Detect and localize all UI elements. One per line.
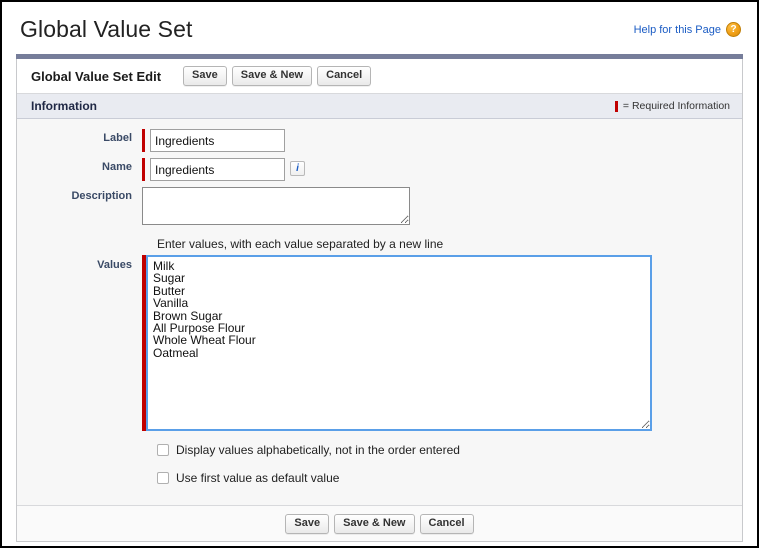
values-textarea[interactable]: [146, 255, 652, 431]
required-marker-icon: [615, 101, 618, 112]
values-field-label: Values: [17, 255, 142, 271]
field-row-name: Name i: [17, 158, 742, 181]
checkbox-row-default-value[interactable]: Use first value as default value: [157, 471, 742, 485]
description-field-control: [142, 187, 410, 225]
label-field-control: [142, 129, 285, 152]
field-row-label: Label: [17, 129, 742, 152]
app-window: Global Value Set Help for this Page ? Gl…: [0, 0, 759, 548]
label-field-label: Label: [17, 129, 142, 144]
edit-panel: Global Value Set Edit Save Save & New Ca…: [16, 59, 743, 542]
field-row-description: Description: [17, 187, 742, 225]
help-question-icon[interactable]: ?: [726, 22, 741, 37]
info-icon[interactable]: i: [290, 161, 305, 176]
save-and-new-button-bottom[interactable]: Save & New: [334, 514, 414, 534]
use-first-value-default-checkbox[interactable]: [157, 472, 169, 484]
page-header: Global Value Set Help for this Page ?: [2, 2, 757, 54]
panel-header-button-group: Save Save & New Cancel: [183, 66, 371, 86]
values-hint-text: Enter values, with each value separated …: [142, 237, 443, 251]
help-for-this-page[interactable]: Help for this Page ?: [634, 22, 741, 37]
help-link[interactable]: Help for this Page: [634, 24, 721, 36]
display-alphabetically-checkbox[interactable]: [157, 444, 169, 456]
display-alphabetically-label[interactable]: Display values alphabetically, not in th…: [176, 443, 460, 457]
label-input[interactable]: [150, 129, 285, 152]
form-body: Label Name i Description: [17, 119, 742, 505]
use-first-value-default-label[interactable]: Use first value as default value: [176, 471, 339, 485]
panel-footer: Save Save & New Cancel: [17, 505, 742, 541]
name-input[interactable]: [150, 158, 285, 181]
checkbox-row-alphabetical[interactable]: Display values alphabetically, not in th…: [157, 443, 742, 457]
cancel-button-top[interactable]: Cancel: [317, 66, 371, 86]
values-options-group: Display values alphabetically, not in th…: [17, 443, 742, 485]
values-field-control: [142, 255, 652, 431]
section-title: Information: [31, 99, 97, 113]
cancel-button-bottom[interactable]: Cancel: [420, 514, 474, 534]
save-button-top[interactable]: Save: [183, 66, 227, 86]
panel-title: Global Value Set Edit: [31, 69, 161, 84]
values-hint-row: Enter values, with each value separated …: [17, 237, 742, 251]
description-textarea[interactable]: [142, 187, 410, 225]
information-section-bar: Information = Required Information: [17, 94, 742, 119]
description-field-label: Description: [17, 187, 142, 202]
field-row-values: Values: [17, 255, 742, 431]
name-required-marker-icon: [142, 158, 145, 181]
save-and-new-button-top[interactable]: Save & New: [232, 66, 312, 86]
save-button-bottom[interactable]: Save: [285, 514, 329, 534]
name-field-control: i: [142, 158, 305, 181]
name-field-label: Name: [17, 158, 142, 173]
label-required-marker-icon: [142, 129, 145, 152]
panel-header: Global Value Set Edit Save Save & New Ca…: [17, 59, 742, 94]
page-title: Global Value Set: [20, 16, 193, 43]
required-information-legend: = Required Information: [615, 94, 730, 118]
required-legend-text: = Required Information: [623, 100, 730, 112]
hint-spacer: [17, 237, 142, 251]
